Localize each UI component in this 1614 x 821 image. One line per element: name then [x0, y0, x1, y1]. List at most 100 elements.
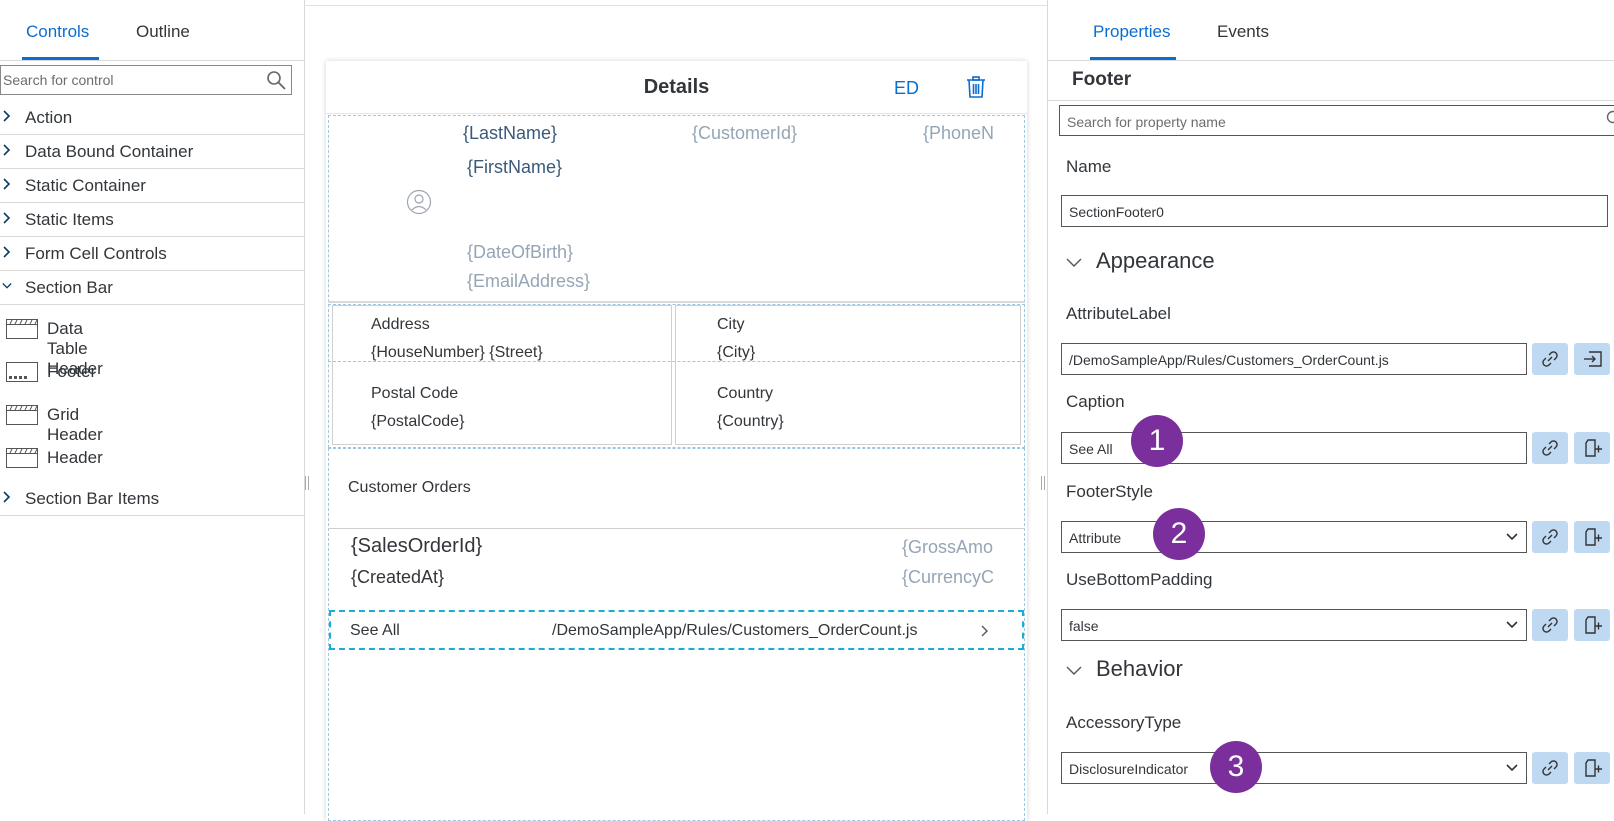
chevron-down-icon: [1066, 666, 1082, 676]
open-file-icon: [1583, 350, 1603, 368]
chevron-right-icon: [2, 110, 12, 122]
chevron-down-icon: [1066, 258, 1082, 268]
accessory-type-label: AccessoryType: [1066, 713, 1181, 733]
tab-outline[interactable]: Outline: [136, 22, 190, 42]
currency-field: {CurrencyC: [902, 567, 1006, 588]
footer-style-label: FooterStyle: [1066, 482, 1153, 502]
category-form-cell-controls[interactable]: Form Cell Controls: [0, 237, 304, 271]
data-table-header-icon: [6, 319, 38, 339]
new-rule-button[interactable]: [1574, 752, 1610, 784]
category-section-bar[interactable]: Section Bar: [0, 271, 304, 305]
category-action[interactable]: Action: [0, 101, 304, 135]
bind-button[interactable]: [1532, 609, 1568, 641]
category-static-items[interactable]: Static Items: [0, 203, 304, 237]
name-label: Name: [1066, 157, 1111, 177]
open-button[interactable]: [1574, 343, 1610, 375]
gross-amount-field: {GrossAmo: [902, 537, 1006, 558]
category-section-bar-items[interactable]: Section Bar Items: [0, 482, 304, 516]
customer-id-field: {CustomerId}: [692, 123, 797, 144]
tabs-divider: [0, 60, 304, 61]
top-divider: [304, 0, 1047, 6]
callout-badge-2: 2: [1153, 508, 1205, 560]
address-value: {HouseNumber} {Street}: [371, 344, 543, 362]
appearance-section-header[interactable]: Appearance: [1066, 248, 1215, 274]
category-static-container[interactable]: Static Container: [0, 169, 304, 203]
page-canvas: Details ED {LastName} {CustomerId} {Phon…: [326, 61, 1027, 821]
attribute-label-label: AttributeLabel: [1066, 304, 1171, 324]
tab-properties[interactable]: Properties: [1093, 22, 1170, 42]
orders-section-header: Customer Orders: [348, 479, 471, 497]
orders-divider: [328, 528, 1025, 529]
last-name-field: {LastName}: [463, 123, 557, 144]
header-icon: [6, 448, 38, 468]
city-value: {City}: [717, 344, 755, 362]
disclosure-chevron-icon: [980, 624, 990, 638]
new-file-icon: [1583, 439, 1603, 457]
tab-events[interactable]: Events: [1217, 22, 1269, 42]
use-bottom-padding-select[interactable]: false: [1061, 609, 1527, 641]
search-icon[interactable]: [265, 69, 287, 91]
chevron-right-icon: [2, 212, 12, 224]
bind-button[interactable]: [1532, 521, 1568, 553]
avatar-icon: [406, 189, 432, 215]
right-splitter-handle[interactable]: [1041, 476, 1045, 490]
accessory-type-value: DisclosureIndicator: [1069, 761, 1188, 777]
page-header: Details ED: [326, 61, 1027, 114]
address-label: Address: [371, 316, 430, 334]
category-label: Form Cell Controls: [25, 244, 167, 264]
ed-button[interactable]: ED: [894, 78, 919, 99]
bind-button[interactable]: [1532, 343, 1568, 375]
new-file-icon: [1583, 528, 1603, 546]
category-data-bound-container[interactable]: Data Bound Container: [0, 135, 304, 169]
dropdown-arrow-icon: [1506, 764, 1518, 772]
dropdown-arrow-icon: [1506, 533, 1518, 541]
category-label: Static Items: [25, 210, 114, 230]
footer-caption: See All: [350, 622, 400, 640]
sales-order-id-field: {SalesOrderId}: [351, 535, 482, 558]
use-bottom-padding-label: UseBottomPadding: [1066, 570, 1212, 590]
page-title: Details: [326, 76, 1027, 99]
dropdown-arrow-icon: [1506, 621, 1518, 629]
bind-button[interactable]: [1532, 432, 1568, 464]
behavior-section-header[interactable]: Behavior: [1066, 656, 1183, 682]
email-field: {EmailAddress}: [467, 271, 590, 292]
behavior-label: Behavior: [1096, 656, 1183, 681]
name-input[interactable]: SectionFooter0: [1061, 195, 1608, 227]
search-icon[interactable]: [1604, 110, 1614, 126]
new-rule-button[interactable]: [1574, 609, 1610, 641]
dob-field: {DateOfBirth}: [467, 242, 573, 263]
link-icon: [1541, 350, 1559, 368]
control-search-input[interactable]: Search for control: [0, 65, 292, 95]
postal-code-label: Postal Code: [371, 385, 458, 403]
link-icon: [1541, 439, 1559, 457]
property-search-input[interactable]: Search for property name: [1059, 105, 1614, 136]
heading-divider: [1048, 100, 1614, 101]
phone-field: {PhoneN: [923, 123, 1015, 144]
accessory-type-select[interactable]: DisclosureIndicator: [1061, 752, 1527, 784]
new-rule-button[interactable]: [1574, 432, 1610, 464]
bind-button[interactable]: [1532, 752, 1568, 784]
grid-header-icon: [6, 405, 38, 425]
control-label: Header: [47, 448, 103, 468]
chevron-right-icon: [2, 178, 12, 190]
first-name-field: {FirstName}: [467, 157, 562, 178]
section-footer-selected[interactable]: See All /DemoSampleApp/Rules/Customers_O…: [329, 610, 1024, 650]
properties-heading: Footer: [1072, 69, 1131, 91]
tab-controls[interactable]: Controls: [26, 22, 89, 42]
footer-style-value: Attribute: [1069, 530, 1121, 546]
callout-badge-1: 1: [1131, 415, 1183, 467]
link-icon: [1541, 528, 1559, 546]
link-icon: [1541, 616, 1559, 634]
left-splitter-handle[interactable]: [305, 476, 309, 490]
category-label: Data Bound Container: [25, 142, 193, 162]
footer-style-select[interactable]: Attribute: [1061, 521, 1527, 553]
delete-icon[interactable]: [965, 76, 987, 98]
attribute-label-input[interactable]: /DemoSampleApp/Rules/Customers_OrderCoun…: [1061, 343, 1527, 375]
country-label: Country: [717, 385, 773, 403]
country-value: {Country}: [717, 413, 784, 431]
chevron-down-icon: [2, 280, 12, 292]
footer-attribute: /DemoSampleApp/Rules/Customers_OrderCoun…: [552, 622, 917, 640]
new-rule-button[interactable]: [1574, 521, 1610, 553]
new-file-icon: [1583, 616, 1603, 634]
link-icon: [1541, 759, 1559, 777]
